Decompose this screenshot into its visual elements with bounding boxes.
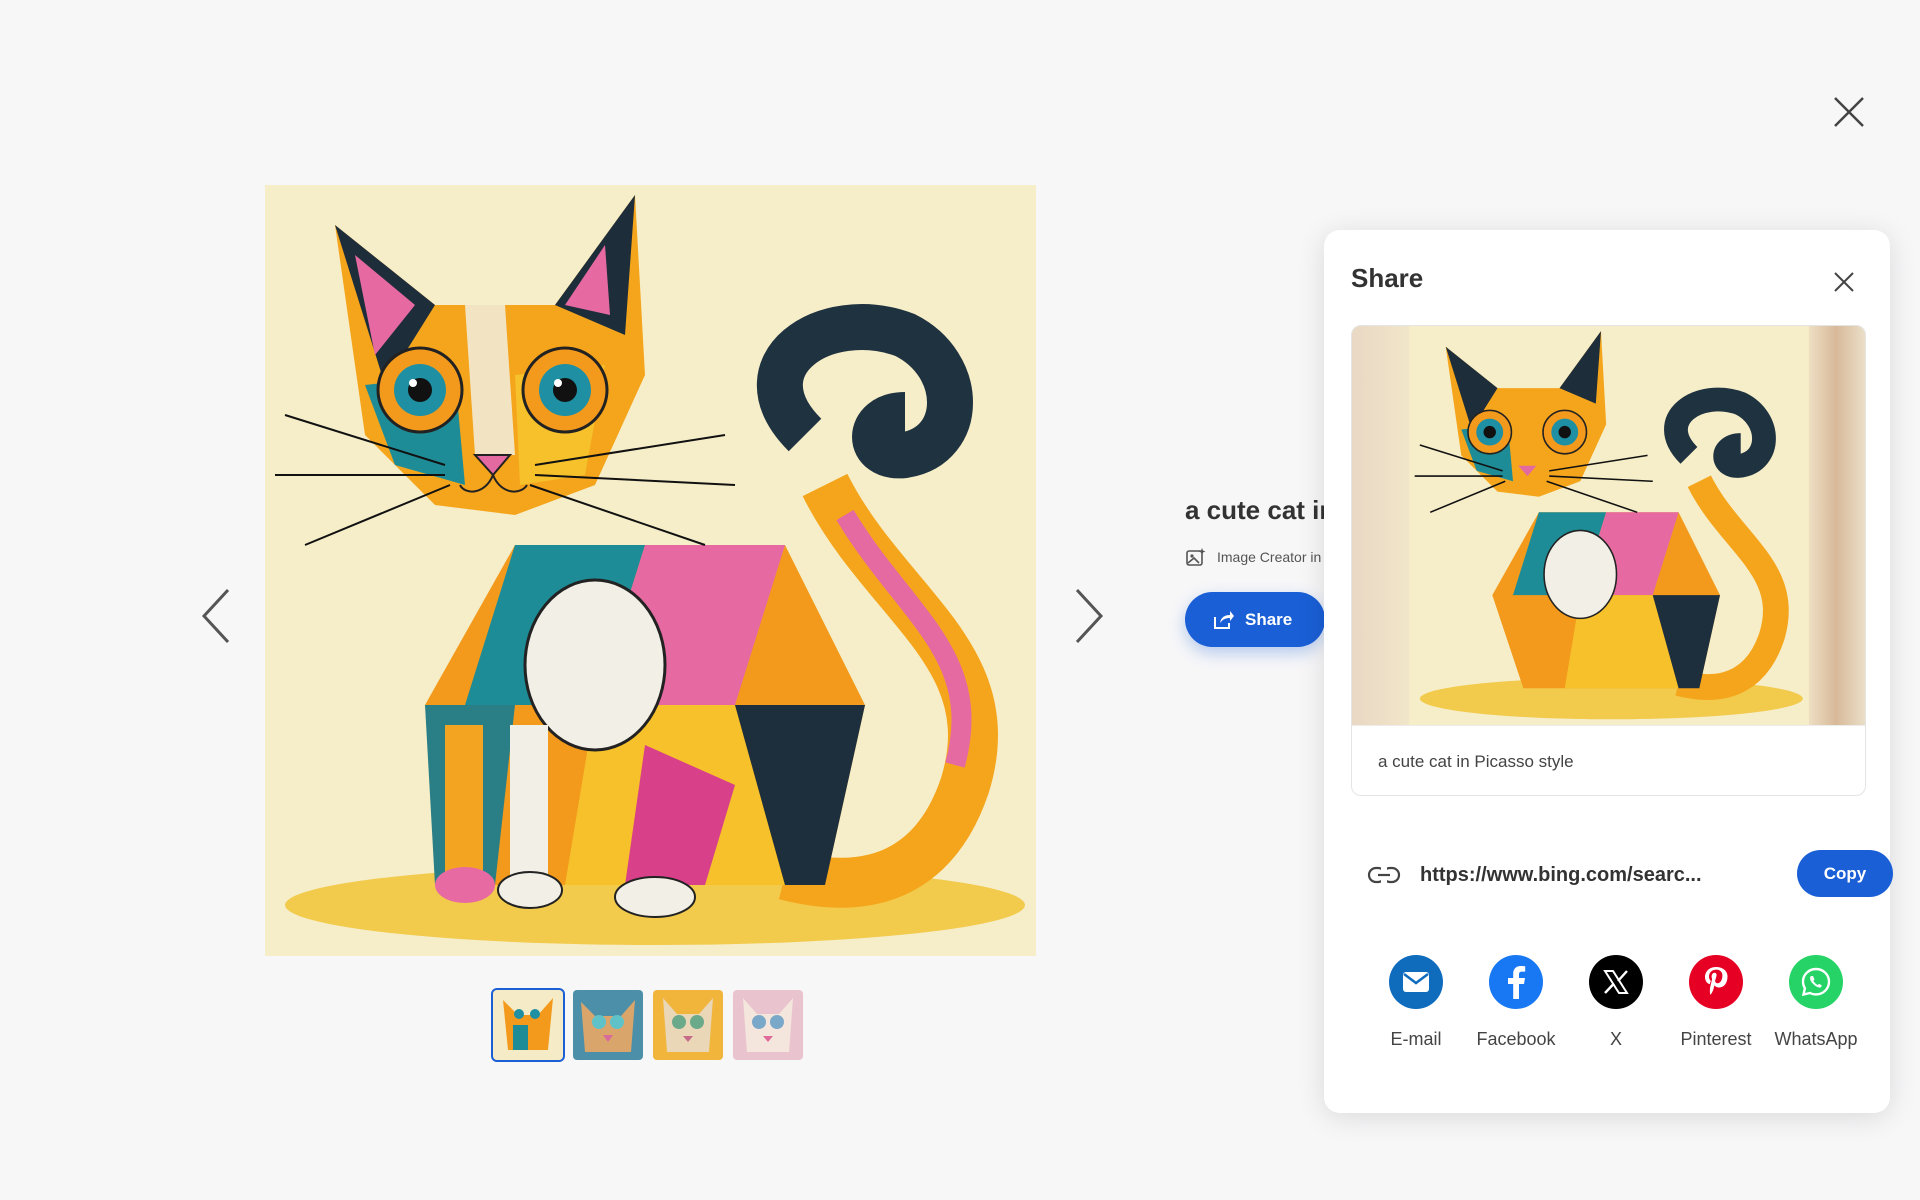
share-whatsapp-button[interactable]: WhatsApp: [1766, 955, 1866, 1050]
share-dialog: Share a cute cat in Picasso style https:…: [1324, 230, 1893, 1113]
share-email-button[interactable]: E-mail: [1366, 955, 1466, 1050]
creator-label: Image Creator in: [1217, 549, 1322, 565]
image-creator-icon: [1186, 548, 1206, 566]
close-icon: [1834, 97, 1864, 127]
share-button-label: Share: [1245, 609, 1293, 629]
share-whatsapp-label: WhatsApp: [1774, 1029, 1858, 1049]
chevron-left-icon: [201, 588, 230, 644]
share-facebook-label: Facebook: [1476, 1029, 1556, 1049]
share-email-label: E-mail: [1390, 1029, 1442, 1049]
whatsapp-icon: [1789, 955, 1843, 1009]
image-title: a cute cat in: [1185, 495, 1325, 525]
email-icon: [1389, 955, 1443, 1009]
thumbnail-1[interactable]: [491, 988, 565, 1062]
share-pinterest-label: Pinterest: [1680, 1029, 1752, 1049]
x-icon: [1589, 955, 1643, 1009]
share-icon: [1214, 610, 1234, 629]
share-targets: E-mail Facebook X Pinterest WhatsApp: [1366, 955, 1866, 1050]
viewer-close-button[interactable]: [1819, 82, 1879, 142]
generated-image: [265, 185, 1036, 956]
image-details: a cute cat in Image Creator in: [1185, 495, 1325, 568]
thumbnail-2[interactable]: [571, 988, 645, 1062]
share-preview-caption: a cute cat in Picasso style: [1352, 725, 1865, 795]
creator-line: Image Creator in: [1185, 546, 1325, 568]
thumbnail-3[interactable]: [651, 988, 725, 1062]
share-preview-image: [1352, 326, 1865, 725]
share-x-label: X: [1609, 1029, 1622, 1049]
next-image-button[interactable]: [1051, 580, 1123, 652]
link-icon: [1366, 857, 1402, 893]
facebook-icon: [1489, 955, 1543, 1009]
share-dialog-title: Share: [1351, 263, 1424, 293]
share-x-button[interactable]: X: [1566, 955, 1666, 1050]
share-pinterest-button[interactable]: Pinterest: [1666, 955, 1766, 1050]
thumbnail-strip: [491, 988, 805, 1062]
share-facebook-button[interactable]: Facebook: [1466, 955, 1566, 1050]
share-url[interactable]: https://www.bing.com/searc...: [1420, 864, 1710, 887]
thumbnail-4[interactable]: [731, 988, 805, 1062]
share-preview-card: a cute cat in Picasso style: [1351, 325, 1866, 796]
previous-image-button[interactable]: [182, 580, 254, 652]
chevron-right-icon: [1075, 588, 1104, 644]
share-button[interactable]: Share: [1185, 592, 1325, 647]
pinterest-icon: [1689, 955, 1743, 1009]
close-icon: [1834, 272, 1854, 292]
share-dialog-close-button[interactable]: [1822, 260, 1866, 304]
share-link-row: https://www.bing.com/searc... Copy: [1366, 850, 1893, 900]
copy-link-button[interactable]: Copy: [1797, 850, 1893, 897]
